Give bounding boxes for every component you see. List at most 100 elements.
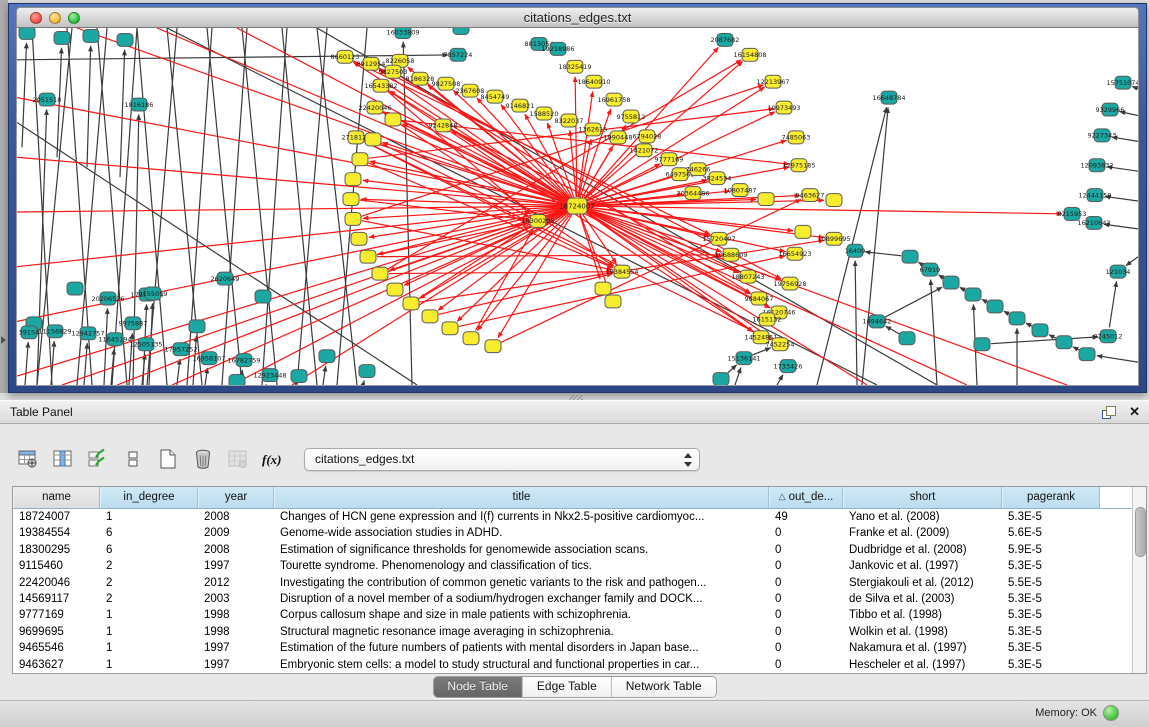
table-cell[interactable]: Dudbridge et al. (2008) (843, 542, 1002, 558)
network-node[interactable]: 16782759 (227, 354, 260, 367)
network-node[interactable] (605, 295, 621, 308)
table-row[interactable]: 911546021997Tourette syndrome. Phenomeno… (13, 558, 1146, 574)
network-node[interactable]: 16409 (845, 244, 866, 257)
network-node[interactable]: 9684067 (745, 292, 774, 305)
table-cell[interactable]: 18724007 (13, 509, 100, 525)
table-cell[interactable]: 5.3E-5 (1002, 607, 1100, 623)
table-row[interactable]: 2242004622012Investigating the contribut… (13, 575, 1146, 591)
network-node[interactable] (117, 33, 133, 46)
table-cell[interactable]: Tourette syndrome. Phenomenology and cla… (274, 558, 769, 574)
table-cell[interactable]: de Silva et al. (2003) (843, 591, 1002, 607)
table-cell[interactable]: Stergiakouli et al. (2012) (843, 575, 1002, 591)
network-node[interactable]: 7485063 (782, 131, 811, 144)
table-cell[interactable]: 9465546 (13, 640, 100, 656)
network-node[interactable]: 12923448 (253, 369, 286, 382)
table-cell[interactable]: 1 (100, 607, 198, 623)
table-row[interactable]: 977716911998Corpus callosum shape and si… (13, 607, 1146, 623)
network-node[interactable]: 20364486 (676, 187, 709, 200)
network-node[interactable] (758, 193, 774, 206)
table-cell[interactable]: 5.9E-5 (1002, 542, 1100, 558)
network-node[interactable]: 16958107 (192, 352, 225, 365)
table-cell[interactable]: 1 (100, 657, 198, 673)
network-node[interactable] (1056, 336, 1072, 349)
table-row[interactable]: 946554611997Estimation of the future num… (13, 640, 1146, 656)
table-cell[interactable]: 1997 (198, 640, 274, 656)
network-node[interactable] (291, 370, 307, 383)
network-node[interactable] (54, 31, 70, 44)
network-node[interactable] (345, 212, 361, 225)
network-node[interactable]: 16210643 (1077, 216, 1110, 229)
network-node[interactable] (352, 153, 368, 166)
network-node[interactable]: 12505135 (129, 338, 162, 351)
table-cell[interactable]: 5.3E-5 (1002, 624, 1100, 640)
network-node[interactable]: 16543382 (364, 79, 397, 92)
table-cell[interactable]: 1 (100, 624, 198, 640)
network-node[interactable]: 67919 (920, 263, 941, 276)
column-header-title[interactable]: title (274, 487, 769, 508)
network-node[interactable] (343, 193, 359, 206)
network-node[interactable] (595, 282, 611, 295)
network-node[interactable]: 9755812 (617, 110, 646, 123)
new-document-icon[interactable] (153, 446, 183, 472)
tab-edge-table[interactable]: Edge Table (523, 677, 612, 697)
column-header-short[interactable]: short (843, 487, 1002, 508)
network-node[interactable] (385, 113, 401, 126)
network-canvas[interactable]: 1872400716033809785722488130541921898620… (16, 28, 1139, 386)
network-node[interactable]: 1816186 (125, 98, 154, 111)
table-cell[interactable]: Jankovic et al. (1997) (843, 558, 1002, 574)
network-window-titlebar[interactable]: citations_edges.txt (16, 7, 1139, 28)
network-node[interactable] (943, 276, 959, 289)
table-cell[interactable]: 0 (769, 624, 843, 640)
float-panel-icon[interactable] (1102, 406, 1116, 419)
table-cell[interactable]: Yano et al. (2008) (843, 509, 1002, 525)
table-cell[interactable]: 2 (100, 558, 198, 574)
network-node[interactable] (713, 373, 729, 385)
column-header-year[interactable]: year (198, 487, 274, 508)
network-node[interactable]: 11156829 (38, 325, 71, 338)
table-cell[interactable]: Estimation of significance thresholds fo… (274, 542, 769, 558)
network-node[interactable]: 2087682 (711, 33, 740, 46)
table-row[interactable]: 1938455462009Genome-wide association stu… (13, 525, 1146, 541)
table-cell[interactable]: Franke et al. (2009) (843, 525, 1002, 541)
table-cell[interactable]: 2012 (198, 575, 274, 591)
network-node[interactable] (987, 300, 1003, 313)
network-node[interactable] (365, 133, 381, 146)
table-row[interactable]: 1872400712008Changes of HCN gene express… (13, 509, 1146, 525)
network-node[interactable] (965, 288, 981, 301)
table-row[interactable]: 969969511998Structural magnetic resonanc… (13, 624, 1146, 640)
column-header-pagerank[interactable]: pagerank (1002, 487, 1100, 508)
network-graph[interactable]: 1872400716033809785722488130541921898620… (17, 28, 1138, 385)
network-node[interactable]: 1094642 (863, 315, 892, 328)
network-node[interactable]: 11645194 (98, 333, 131, 346)
table-cell[interactable]: 5.3E-5 (1002, 657, 1100, 673)
network-node[interactable]: 12093832 (1080, 159, 1113, 172)
column-header-indegree[interactable]: in_degree (100, 487, 198, 508)
table-column-icon[interactable] (48, 446, 78, 472)
table-cell[interactable]: Structural magnetic resonance image aver… (274, 624, 769, 640)
network-node[interactable] (351, 232, 367, 245)
network-node[interactable]: 1990448 (604, 131, 633, 144)
table-cell[interactable]: Changes of HCN gene expression and I(f) … (274, 509, 769, 525)
network-node[interactable] (899, 332, 915, 345)
table-cell[interactable]: 19384554 (13, 525, 100, 541)
network-node[interactable]: 9827503 (379, 65, 408, 78)
table-cell[interactable]: 49 (769, 509, 843, 525)
table-cell[interactable]: Investigating the contribution of common… (274, 575, 769, 591)
network-node[interactable] (453, 28, 469, 34)
network-node[interactable] (485, 340, 501, 353)
panel-collapse-handle[interactable] (1, 336, 6, 344)
table-cell[interactable]: Disruption of a novel member of a sodium… (274, 591, 769, 607)
table-cell[interactable]: 9115460 (13, 558, 100, 574)
table-cell[interactable]: 5.6E-5 (1002, 525, 1100, 541)
network-node[interactable]: 121034 (1106, 265, 1131, 278)
network-node[interactable] (442, 322, 458, 335)
table-cell[interactable]: 9699695 (13, 624, 100, 640)
table-cell[interactable]: Hescheler et al. (1997) (843, 657, 1002, 673)
network-node[interactable] (372, 267, 388, 280)
network-node[interactable] (403, 297, 419, 310)
table-cell[interactable]: 5.3E-5 (1002, 640, 1100, 656)
network-node[interactable]: 1615132 (753, 313, 782, 326)
table-cell[interactable]: 2008 (198, 509, 274, 525)
table-cell[interactable]: 0 (769, 542, 843, 558)
table-cell[interactable]: 14569117 (13, 591, 100, 607)
